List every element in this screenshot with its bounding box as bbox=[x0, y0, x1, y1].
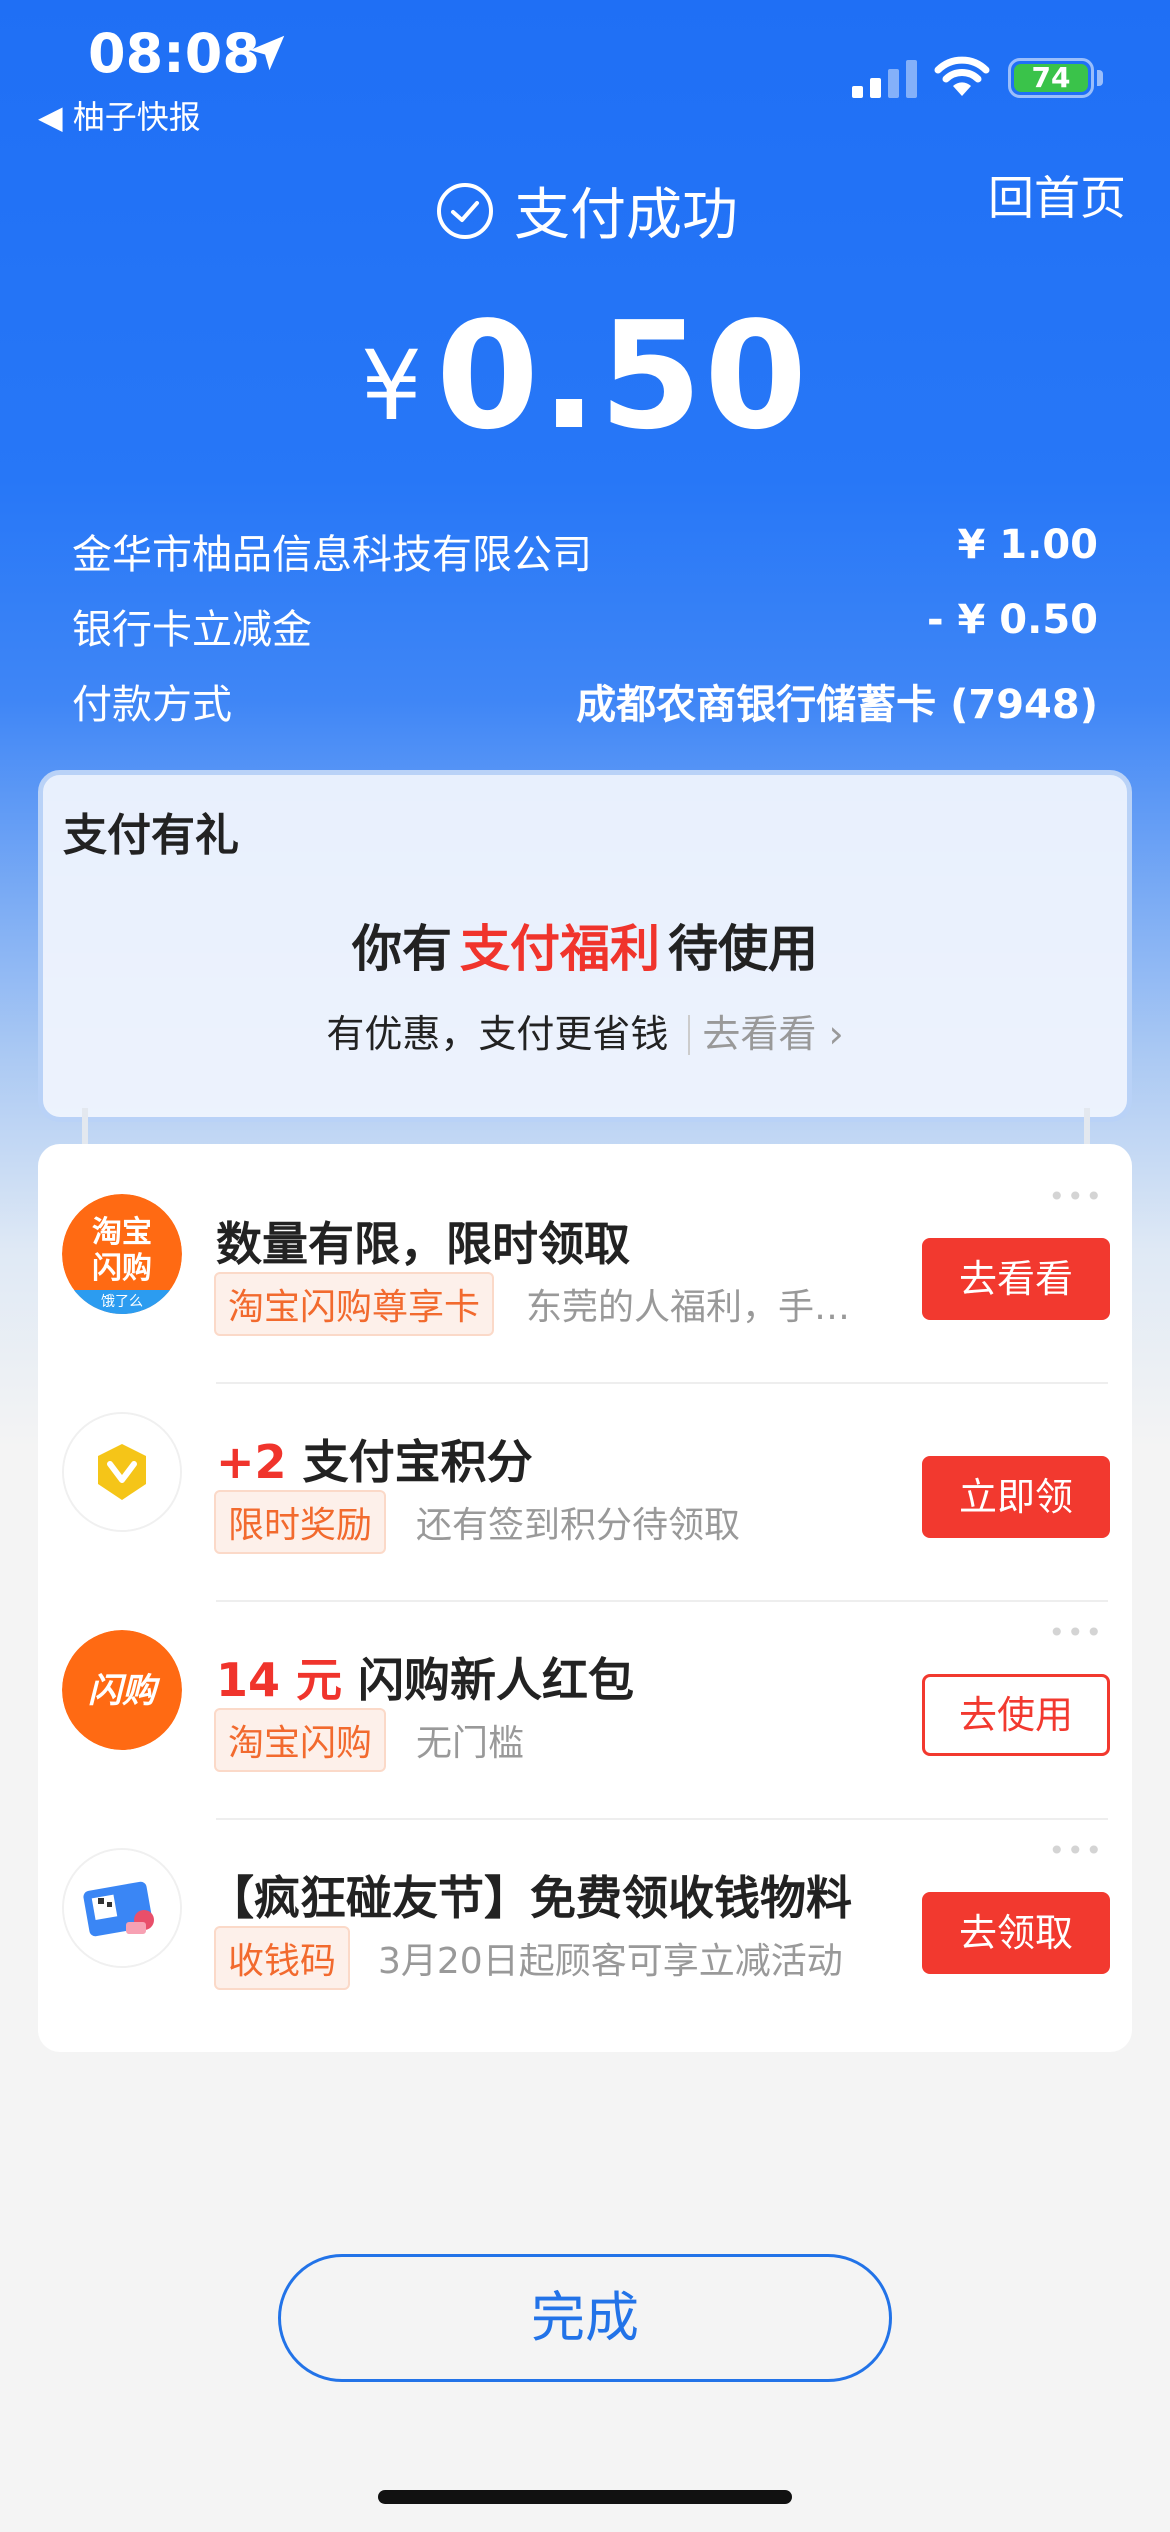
location-arrow-icon bbox=[249, 35, 285, 71]
detail-label: 金华市柚品信息科技有限公司 bbox=[72, 532, 592, 578]
item-title: +2 支付宝积分 bbox=[216, 1426, 533, 1492]
view-button[interactable]: 去看看 bbox=[922, 1238, 1110, 1320]
detail-label: 银行卡立减金 bbox=[72, 607, 312, 653]
item-description: 东莞的人福利，手… bbox=[526, 1287, 851, 1328]
home-indicator[interactable] bbox=[378, 2490, 792, 2504]
icon-badge-text: 饿了么 bbox=[101, 1294, 143, 1310]
benefits-list: ••• 淘宝 闪购 饿了么 数量有限，限时领取 淘宝闪购尊享卡 东莞的人福利，手… bbox=[38, 1144, 1132, 2052]
taobao-shangou-card-icon: 淘宝 闪购 饿了么 bbox=[62, 1194, 182, 1314]
list-item[interactable]: ••• 闪购 14 元闪购新人红包 淘宝闪购 无门槛 去使用 bbox=[38, 1580, 1132, 1798]
chevron-right-icon: › bbox=[828, 1012, 844, 1056]
icon-text-line1: 淘宝 bbox=[92, 1215, 152, 1250]
item-description: 无门槛 bbox=[416, 1723, 525, 1764]
item-title: 14 元闪购新人红包 bbox=[216, 1644, 634, 1710]
payment-gift-card[interactable]: 支付有礼 你有 支付福利 待使用 有优惠，支付更省钱 去看看 › bbox=[38, 770, 1132, 1122]
gift-card-subline: 有优惠，支付更省钱 去看看 › bbox=[43, 1003, 1127, 1058]
gift-headline-highlight: 支付福利 bbox=[460, 920, 660, 978]
detail-value: - ¥ 0.50 bbox=[927, 597, 1098, 643]
gift-sub-text: 有优惠，支付更省钱 bbox=[326, 1012, 669, 1056]
item-title-text: 数量有限，限时领取 bbox=[216, 1217, 630, 1271]
wifi-icon bbox=[934, 56, 990, 96]
back-to-app-link[interactable]: ◀ 柚子快报 bbox=[38, 92, 201, 138]
qr-code-material-icon bbox=[62, 1848, 182, 1968]
detail-value: ¥ 1.00 bbox=[957, 522, 1098, 568]
payment-success-header: 支付成功 bbox=[436, 170, 738, 251]
claim-now-button[interactable]: 立即领 bbox=[922, 1456, 1110, 1538]
use-button[interactable]: 去使用 bbox=[922, 1674, 1110, 1756]
shangou-icon: 闪购 bbox=[62, 1630, 182, 1750]
detail-label: 付款方式 bbox=[72, 682, 232, 728]
item-title-text: 【疯狂碰友节】免费领收钱物料 bbox=[208, 1871, 852, 1925]
icon-text: 闪购 bbox=[88, 1671, 161, 1711]
item-description: 3月20日起顾客可享立减活动 bbox=[378, 1941, 843, 1982]
item-title-text: 支付宝积分 bbox=[302, 1435, 533, 1489]
cellular-signal-icon bbox=[852, 60, 917, 98]
item-tag: 淘宝闪购 bbox=[214, 1708, 387, 1772]
battery-indicator: 74 bbox=[1008, 58, 1094, 98]
item-title: 【疯狂碰友节】免费领收钱物料 bbox=[208, 1862, 852, 1928]
page-title: 支付成功 bbox=[514, 183, 738, 248]
item-title-highlight: +2 bbox=[216, 1435, 287, 1489]
more-options-icon[interactable]: ••• bbox=[1048, 1616, 1104, 1649]
amount-value: 0.50 bbox=[435, 290, 810, 462]
item-description: 还有签到积分待领取 bbox=[416, 1505, 741, 1546]
more-options-icon[interactable]: ••• bbox=[1048, 1180, 1104, 1213]
gift-go-label: 去看看 bbox=[702, 1012, 817, 1056]
item-title: 数量有限，限时领取 bbox=[216, 1208, 630, 1274]
done-button[interactable]: 完成 bbox=[278, 2254, 892, 2382]
list-item[interactable]: ••• 淘宝 闪购 饿了么 数量有限，限时领取 淘宝闪购尊享卡 东莞的人福利，手… bbox=[38, 1144, 1132, 1362]
detail-row-merchant: 金华市柚品信息科技有限公司 ¥ 1.00 bbox=[72, 522, 1098, 580]
item-tag: 收钱码 bbox=[214, 1926, 351, 1990]
list-item[interactable]: ••• 【疯狂碰友节】免费领收钱物料 收钱码 3月20日起顾客可享立减活动 去领… bbox=[38, 1798, 1132, 2016]
detail-value: 成都农商银行储蓄卡 (7948) bbox=[576, 682, 1098, 728]
battery-level: 74 bbox=[1014, 64, 1088, 92]
detail-row-discount: 银行卡立减金 - ¥ 0.50 bbox=[72, 597, 1098, 655]
back-home-button[interactable]: 回首页 bbox=[988, 162, 1126, 228]
list-item[interactable]: +2 支付宝积分 限时奖励 还有签到积分待领取 立即领 bbox=[38, 1362, 1132, 1580]
battery-cap bbox=[1097, 70, 1103, 86]
alipay-points-icon bbox=[62, 1412, 182, 1532]
claim-button[interactable]: 去领取 bbox=[922, 1892, 1110, 1974]
gift-headline-prefix: 你有 bbox=[352, 920, 452, 978]
gift-card-headline: 你有 支付福利 待使用 bbox=[43, 909, 1127, 981]
item-title-text: 闪购新人红包 bbox=[358, 1653, 635, 1707]
item-tag: 淘宝闪购尊享卡 bbox=[214, 1272, 495, 1336]
gift-go-link[interactable]: 去看看 › bbox=[702, 1012, 843, 1056]
status-time: 08:08 bbox=[88, 22, 260, 85]
item-title-highlight: 14 元 bbox=[216, 1653, 343, 1707]
detail-row-payment-method: 付款方式 成都农商银行储蓄卡 (7948) bbox=[72, 672, 1098, 730]
icon-text-line2: 闪购 bbox=[92, 1251, 152, 1286]
payment-amount: ¥0.50 bbox=[0, 290, 1170, 462]
gift-headline-suffix: 待使用 bbox=[668, 920, 818, 978]
item-tag: 限时奖励 bbox=[214, 1490, 387, 1554]
currency-symbol: ¥ bbox=[360, 330, 422, 442]
divider bbox=[688, 1015, 691, 1055]
more-options-icon[interactable]: ••• bbox=[1048, 1834, 1104, 1867]
gift-card-title: 支付有礼 bbox=[63, 810, 239, 861]
check-circle-icon bbox=[437, 182, 493, 239]
